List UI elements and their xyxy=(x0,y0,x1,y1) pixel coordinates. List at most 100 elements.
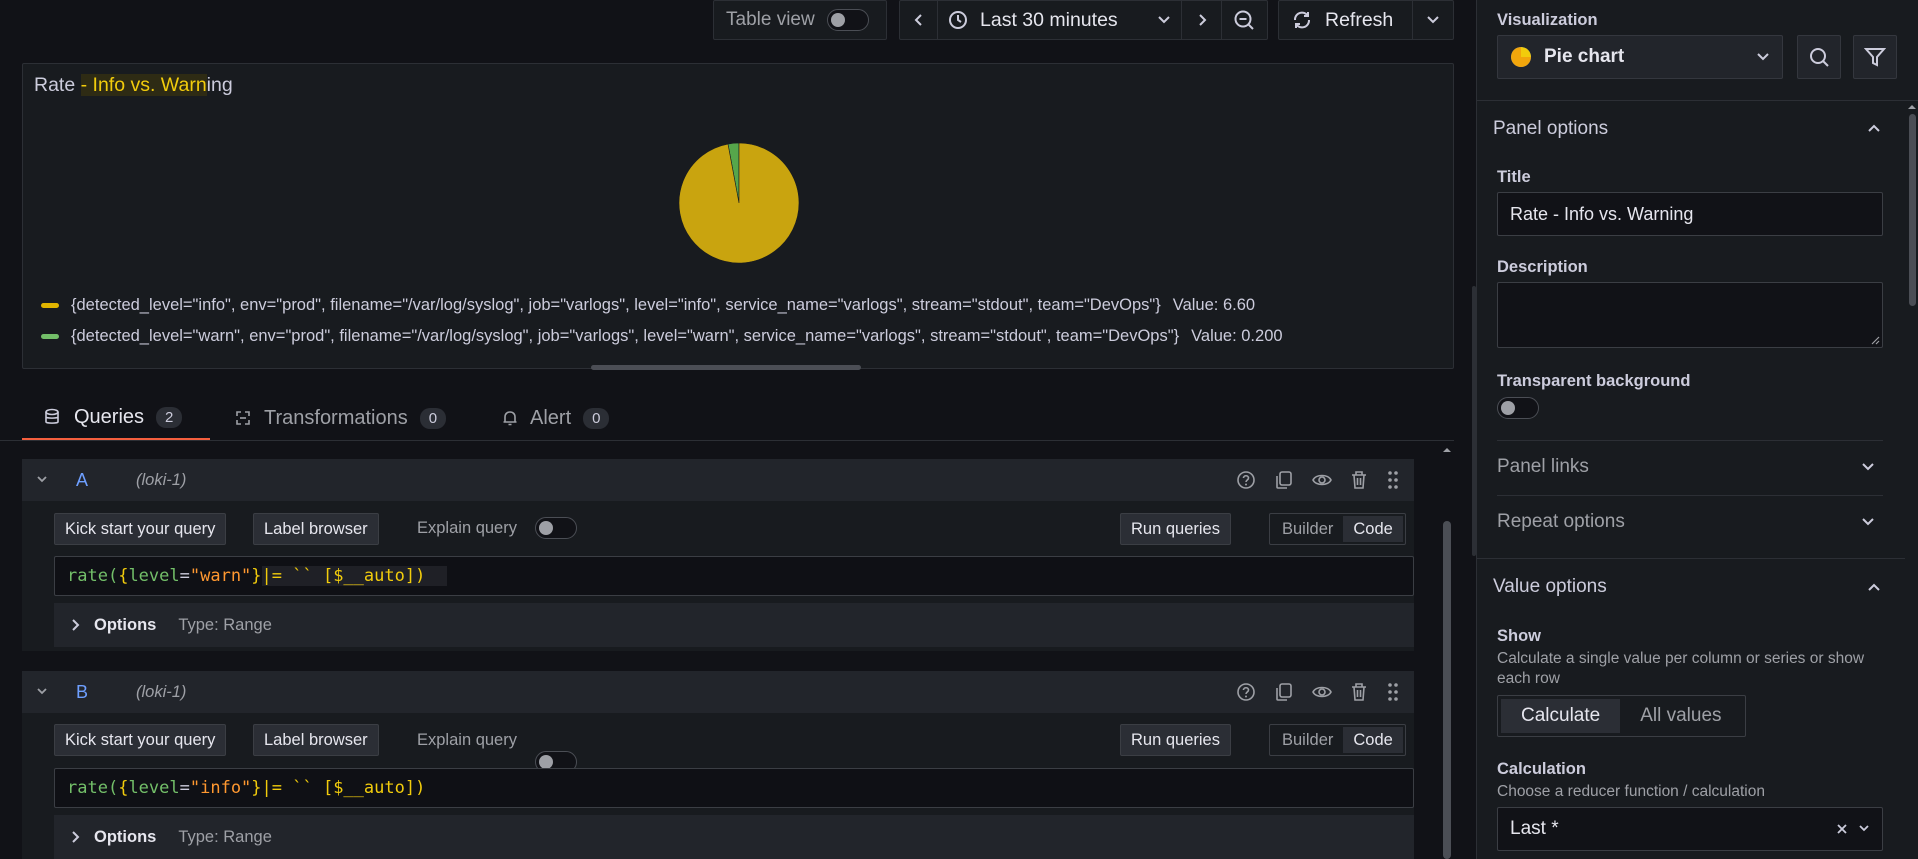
title-input[interactable]: Rate - Info vs. Warning xyxy=(1497,192,1883,236)
repeat-options-header[interactable]: Repeat options xyxy=(1497,511,1625,533)
query-options-row[interactable]: Options Type: Range xyxy=(54,815,1414,859)
refresh-icon xyxy=(1291,9,1313,31)
description-textarea[interactable] xyxy=(1497,282,1883,348)
zoom-out-button[interactable] xyxy=(1222,1,1266,39)
chevron-down-icon[interactable] xyxy=(1861,517,1875,527)
all-values-option[interactable]: All values xyxy=(1620,699,1741,733)
chevron-up-icon[interactable] xyxy=(1867,123,1881,133)
queries-scrollbar[interactable] xyxy=(1440,443,1454,859)
drag-handle-icon[interactable] xyxy=(1386,469,1400,491)
legend-item[interactable]: {detected_level="info", env="prod", file… xyxy=(41,296,1255,315)
bell-icon xyxy=(502,409,518,427)
calculate-option[interactable]: Calculate xyxy=(1501,699,1621,733)
kick-start-button[interactable]: Kick start your query xyxy=(54,513,227,545)
tab-queries[interactable]: Queries 2 xyxy=(22,396,210,440)
legend-swatch xyxy=(41,334,59,339)
collapse-query-icon[interactable] xyxy=(36,687,48,697)
code-mode-option[interactable]: Code xyxy=(1343,516,1403,542)
editor-mode-toggle[interactable]: Builder Code xyxy=(1269,724,1406,756)
eye-icon[interactable] xyxy=(1312,470,1332,490)
eye-icon[interactable] xyxy=(1312,682,1332,702)
table-view-label: Table view xyxy=(726,9,815,30)
visualization-picker[interactable]: Pie chart xyxy=(1497,35,1783,79)
query-options-row[interactable]: Options Type: Range xyxy=(54,603,1414,647)
run-queries-button[interactable]: Run queries xyxy=(1120,513,1231,545)
query-row-header[interactable]: B (loki-1) xyxy=(22,671,1414,713)
panel-links-header[interactable]: Panel links xyxy=(1497,456,1589,478)
show-mode-toggle[interactable]: Calculate All values xyxy=(1497,695,1746,737)
refresh-button[interactable]: Refresh xyxy=(1279,1,1413,39)
builder-mode-option[interactable]: Builder xyxy=(1272,516,1343,542)
resize-grip-icon xyxy=(1871,336,1880,345)
filter-icon xyxy=(1864,46,1886,68)
options-label: Options xyxy=(94,615,157,634)
trash-icon[interactable] xyxy=(1350,682,1368,702)
kick-start-button[interactable]: Kick start your query xyxy=(54,724,227,756)
help-icon[interactable] xyxy=(1236,470,1256,490)
tab-transformations-label: Transformations xyxy=(264,406,408,429)
explain-query-toggle[interactable] xyxy=(535,517,577,539)
time-forward-button[interactable] xyxy=(1182,1,1222,39)
time-back-button[interactable] xyxy=(900,1,938,39)
query-code-editor[interactable]: rate({level = "info"} |= `` [$__auto]) xyxy=(54,768,1414,808)
calculation-select[interactable]: Last * xyxy=(1497,807,1883,851)
visualization-value: Pie chart xyxy=(1544,46,1625,67)
value-options-header[interactable]: Value options xyxy=(1493,576,1607,598)
zoom-out-icon xyxy=(1233,9,1255,31)
pie-chart xyxy=(678,142,800,264)
clear-icon[interactable] xyxy=(1836,823,1848,835)
expr-key: level xyxy=(128,566,180,586)
panel-preview[interactable]: Rate - Info vs. Warning {detected_level=… xyxy=(22,63,1454,369)
pane-resize-handle[interactable] xyxy=(591,365,861,370)
tab-alert[interactable]: Alert 0 xyxy=(502,396,610,440)
query-ref-id[interactable]: B xyxy=(76,682,136,703)
refresh-interval-dropdown[interactable] xyxy=(1413,1,1453,39)
queries-scrollbar-thumb[interactable] xyxy=(1443,521,1451,859)
expr-eq: = xyxy=(179,566,190,586)
help-icon[interactable] xyxy=(1236,682,1256,702)
label-browser-button[interactable]: Label browser xyxy=(253,724,379,756)
duplicate-icon[interactable] xyxy=(1274,470,1294,490)
search-options-button[interactable] xyxy=(1797,35,1841,79)
trash-icon[interactable] xyxy=(1350,470,1368,490)
time-range-picker[interactable]: Last 30 minutes xyxy=(938,1,1182,39)
panel-options-header[interactable]: Panel options xyxy=(1493,118,1608,140)
chevron-right-icon xyxy=(70,830,80,844)
transparent-bg-toggle[interactable] xyxy=(1497,397,1539,419)
database-icon xyxy=(44,408,60,426)
expr-val: "warn" xyxy=(189,566,252,586)
chevron-up-icon[interactable] xyxy=(1867,582,1881,592)
chevron-down-icon[interactable] xyxy=(1858,824,1870,834)
sidebar-scrollbar-thumb[interactable] xyxy=(1909,114,1916,306)
title-input-value: Rate - Info vs. Warning xyxy=(1510,203,1694,224)
drag-handle-icon[interactable] xyxy=(1386,681,1400,703)
query-ref-id[interactable]: A xyxy=(76,470,136,491)
editor-mode-toggle[interactable]: Builder Code xyxy=(1269,513,1406,545)
legend-item[interactable]: {detected_level="warn", env="prod", file… xyxy=(41,327,1283,346)
run-queries-button[interactable]: Run queries xyxy=(1120,724,1231,756)
builder-mode-option[interactable]: Builder xyxy=(1272,727,1343,753)
table-view-toggle[interactable] xyxy=(826,9,869,31)
refresh-label: Refresh xyxy=(1325,8,1394,31)
calculation-value: Last * xyxy=(1510,818,1559,839)
options-type: Type: Range xyxy=(178,827,272,846)
label-browser-button[interactable]: Label browser xyxy=(253,513,379,545)
filter-options-button[interactable] xyxy=(1853,35,1897,79)
pie-chart-icon xyxy=(1510,46,1532,68)
sidebar-scrollbar[interactable] xyxy=(1905,100,1918,859)
collapse-query-icon[interactable] xyxy=(36,475,48,485)
refresh-group: Refresh xyxy=(1278,0,1454,40)
legend-value: Value: 0.200 xyxy=(1191,327,1283,345)
tab-transformations[interactable]: Transformations 0 xyxy=(234,396,447,440)
expr-eq: = xyxy=(179,778,190,798)
expr-brace: } xyxy=(251,778,262,798)
query-code-editor[interactable]: rate({level = "warn"} |= `` [$__auto]) xyxy=(54,556,1414,596)
chevron-down-icon[interactable] xyxy=(1861,462,1875,472)
expr-brace: { xyxy=(118,566,129,586)
duplicate-icon[interactable] xyxy=(1274,682,1294,702)
code-mode-option[interactable]: Code xyxy=(1343,727,1403,753)
query-row-header[interactable]: A (loki-1) xyxy=(22,459,1414,501)
pie-slice[interactable] xyxy=(678,142,800,264)
chevron-down-icon xyxy=(1756,52,1770,62)
chevron-left-icon xyxy=(913,13,925,27)
